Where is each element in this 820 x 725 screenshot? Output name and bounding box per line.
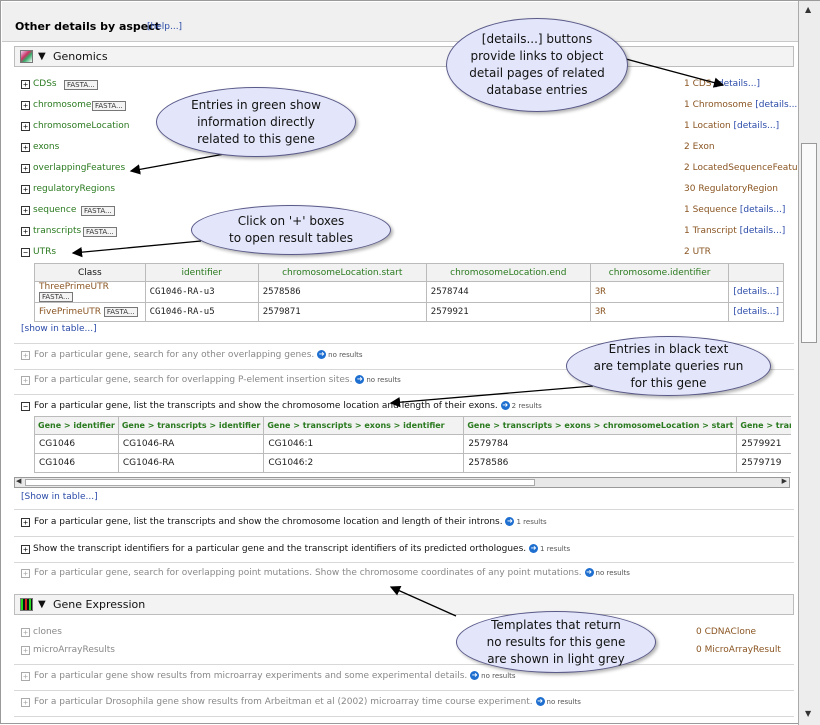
arrow-to-black [389, 385, 594, 408]
page: Other details by aspect [help...] ▼ Geno… [0, 0, 820, 725]
callout-plus: Click on '+' boxes to open result tables [191, 205, 391, 255]
arrow-to-grey [389, 585, 457, 617]
arrow-to-plus [71, 240, 202, 258]
callout-grey: Templates that return no results for thi… [456, 611, 656, 673]
callout-black: Entries in black text are template queri… [566, 336, 771, 396]
callout-green: Entries in green show information direct… [156, 87, 356, 157]
arrow-to-details [625, 58, 725, 88]
callout-details: [details...] buttons provide links to ob… [446, 18, 628, 112]
